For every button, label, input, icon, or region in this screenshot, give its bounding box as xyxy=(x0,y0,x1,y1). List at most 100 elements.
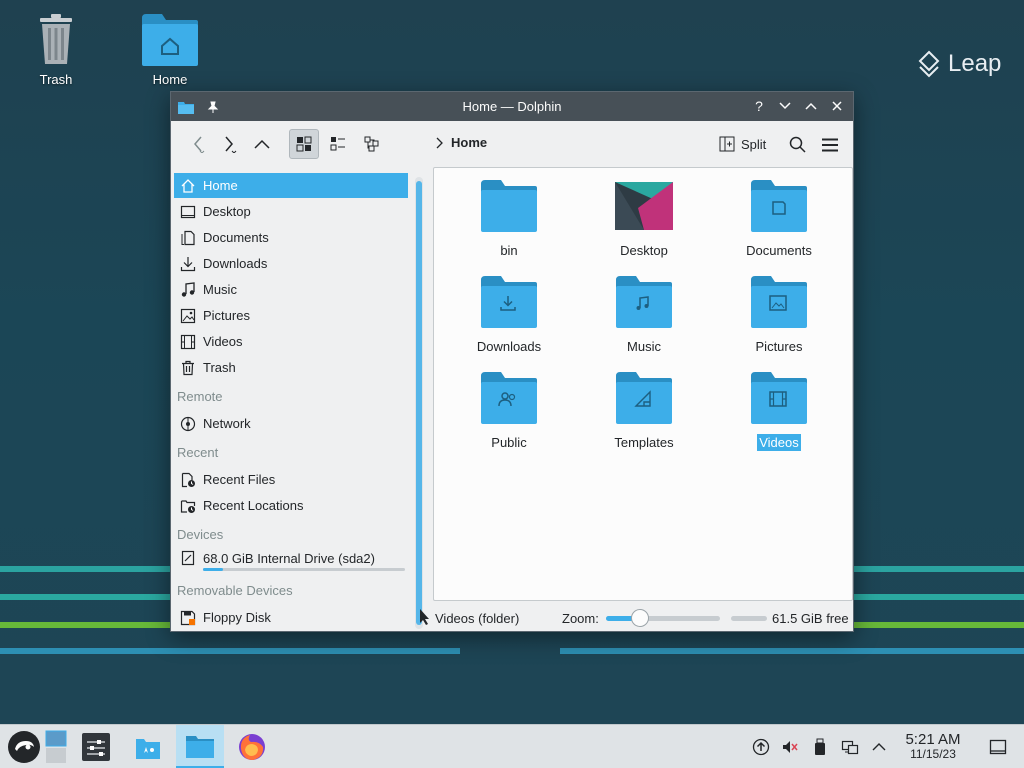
floppy-icon xyxy=(180,610,196,625)
file-item[interactable]: Templates xyxy=(584,370,704,451)
hamburger-menu-button[interactable] xyxy=(815,130,845,160)
sidebar-item-recent-locations[interactable]: Recent Locations xyxy=(174,493,408,518)
close-icon xyxy=(832,101,842,111)
section-header-recent: Recent xyxy=(177,445,219,460)
tray-network[interactable] xyxy=(840,737,860,757)
home-icon xyxy=(181,178,195,193)
close-button[interactable] xyxy=(829,96,845,116)
titlebar[interactable]: Home — Dolphin ? xyxy=(171,92,853,121)
chevron-right-icon xyxy=(436,137,443,148)
desktop-pager[interactable] xyxy=(40,725,72,768)
home-folder-icon xyxy=(142,14,198,66)
tray-volume[interactable] xyxy=(780,737,800,757)
hamburger-menu-icon xyxy=(822,138,838,152)
forward-button[interactable] xyxy=(215,129,245,159)
drive-usage-fill xyxy=(203,568,224,571)
toolbar: Home Split xyxy=(171,121,853,167)
icons-view-button[interactable] xyxy=(289,129,319,159)
desktop-trash[interactable]: Trash xyxy=(16,12,96,87)
maximize-button[interactable] xyxy=(803,96,819,116)
settings-icon xyxy=(82,733,110,761)
task-firefox[interactable] xyxy=(228,725,276,768)
file-item-label: Downloads xyxy=(476,339,542,354)
file-item[interactable]: Public xyxy=(449,370,569,451)
sidebar-item-videos[interactable]: Videos xyxy=(174,329,408,354)
sidebar-item-recent-files[interactable]: Recent Files xyxy=(174,467,408,492)
selection-status: Videos (folder) xyxy=(435,611,520,626)
file-item[interactable]: Documents xyxy=(719,178,839,259)
tray-usb[interactable] xyxy=(810,737,830,757)
zoom-slider[interactable] xyxy=(606,609,720,627)
file-item[interactable]: bin xyxy=(449,178,569,259)
task-system-settings[interactable] xyxy=(72,725,120,768)
file-view[interactable]: bin Desktop Documents Downloads Music Picture… xyxy=(433,167,853,601)
wallpaper-stripe xyxy=(0,648,460,654)
forward-icon xyxy=(225,136,237,153)
dolphin-window[interactable]: Home — Dolphin ? Home Split Home Desktop… xyxy=(170,91,854,632)
tray-updates[interactable] xyxy=(751,737,771,757)
search-icon xyxy=(789,136,806,153)
sidebar-item-desktop[interactable]: Desktop xyxy=(174,199,408,224)
free-space-bar xyxy=(731,616,767,621)
file-item[interactable]: Pictures xyxy=(719,274,839,355)
up-button[interactable] xyxy=(247,129,277,159)
back-button[interactable] xyxy=(183,129,213,159)
sidebar-item-trash[interactable]: Trash xyxy=(174,355,408,380)
sidebar-item-floppy[interactable]: Floppy Disk xyxy=(174,605,408,630)
sidebar-item-documents[interactable]: Documents xyxy=(174,225,408,250)
leap-logo-icon xyxy=(918,50,940,78)
tray-expand-button[interactable] xyxy=(869,737,889,757)
sidebar-scrollbar-thumb[interactable] xyxy=(416,181,422,625)
sidebar-item-network[interactable]: Network xyxy=(174,411,408,436)
clock-time: 5:21 AM xyxy=(905,731,961,748)
desktop-home[interactable]: Home xyxy=(130,12,210,87)
file-item-label: Pictures xyxy=(755,339,803,354)
details-view-button[interactable] xyxy=(357,129,387,159)
breadcrumb-home[interactable]: Home xyxy=(451,135,487,150)
sidebar-item-downloads[interactable]: Downloads xyxy=(174,251,408,276)
sidebar-item-internal-drive[interactable]: 68.0 GiB Internal Drive (sda2) xyxy=(174,547,408,569)
file-item[interactable]: Music xyxy=(584,274,704,355)
document-folder-icon xyxy=(751,180,807,232)
drive-icon xyxy=(181,550,195,566)
opensuse-logo-icon xyxy=(8,731,40,763)
compact-view-button[interactable] xyxy=(323,129,353,159)
firefox-icon xyxy=(239,734,265,760)
sidebar-scrollbar[interactable] xyxy=(415,177,423,629)
chevron-down-icon xyxy=(779,102,791,110)
desktop-folder-icon xyxy=(615,182,673,230)
sidebar-item-pictures[interactable]: Pictures xyxy=(174,303,408,328)
split-button[interactable]: Split xyxy=(719,130,766,158)
desktop-icon xyxy=(180,205,196,218)
sidebar-item-music[interactable]: Music xyxy=(174,277,408,302)
file-item[interactable]: Videos xyxy=(719,370,839,451)
pager-icon xyxy=(45,730,67,763)
picture-icon xyxy=(180,308,196,323)
breadcrumb[interactable]: Home xyxy=(435,135,487,150)
sidebar-item-home[interactable]: Home xyxy=(174,173,408,198)
file-item-label: Music xyxy=(627,339,661,354)
search-button[interactable] xyxy=(783,130,813,160)
file-item-label: Desktop xyxy=(620,243,668,258)
minimize-button[interactable] xyxy=(777,96,793,116)
file-item-label: Templates xyxy=(614,435,674,450)
trash-icon xyxy=(182,360,194,375)
show-desktop-button[interactable] xyxy=(988,737,1008,757)
file-item-label: Documents xyxy=(746,243,812,258)
up-icon xyxy=(254,139,270,149)
update-icon xyxy=(752,738,770,756)
usb-drive-icon xyxy=(815,738,825,755)
help-button[interactable]: ? xyxy=(751,96,767,116)
places-panel: Home Desktop Documents Downloads Music P… xyxy=(171,167,423,632)
drive-usage-bar xyxy=(203,568,405,571)
file-item[interactable]: Downloads xyxy=(449,274,569,355)
zoom-slider-handle[interactable] xyxy=(631,609,650,627)
store-icon xyxy=(136,739,160,759)
digital-clock[interactable]: 5:21 AM 11/15/23 xyxy=(898,731,968,761)
show-desktop-icon xyxy=(989,739,1007,755)
split-icon xyxy=(719,136,735,152)
task-dolphin[interactable] xyxy=(176,725,224,768)
task-discover[interactable] xyxy=(124,725,172,768)
file-item[interactable]: Desktop xyxy=(584,178,704,259)
back-icon xyxy=(194,136,205,153)
